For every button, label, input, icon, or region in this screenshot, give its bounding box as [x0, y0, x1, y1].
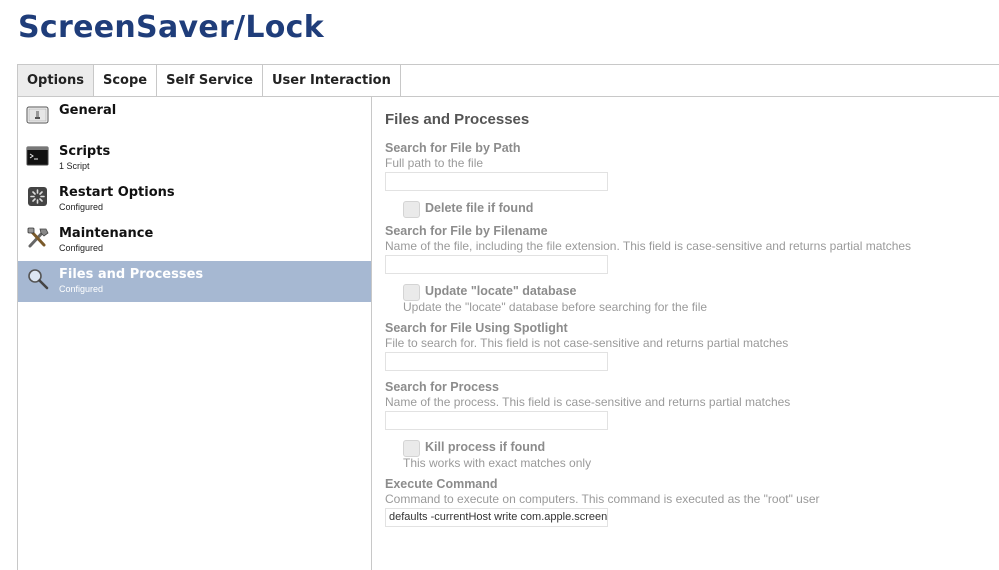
sidebar-item-maintenance[interactable]: Maintenance Configured	[18, 220, 371, 261]
sidebar-item-label: Restart Options	[59, 185, 175, 200]
search-filename-help: Name of the file, including the file ext…	[385, 239, 912, 253]
general-icon	[26, 104, 50, 126]
tab-self-service[interactable]: Self Service	[157, 65, 263, 96]
search-process-help: Name of the process. This field is case-…	[385, 395, 791, 409]
sidebar-item-scripts[interactable]: Scripts 1 Script	[18, 138, 371, 179]
update-locate-label: Update "locate" database	[425, 284, 577, 298]
terminal-icon	[26, 145, 50, 167]
tab-bar: Options Scope Self Service User Interact…	[17, 64, 999, 97]
search-filename-input[interactable]	[385, 255, 608, 274]
sidebar-item-status: Configured	[59, 284, 104, 294]
search-spotlight-input[interactable]	[385, 352, 608, 371]
search-process-input[interactable]	[385, 411, 608, 430]
kill-process-help: This works with exact matches only	[403, 456, 592, 470]
search-path-help: Full path to the file	[385, 156, 484, 170]
sidebar-item-files-and-processes[interactable]: Files and Processes Configured	[18, 261, 371, 302]
kill-process-label: Kill process if found	[425, 440, 546, 454]
search-spotlight-help: File to search for. This field is not ca…	[385, 336, 789, 350]
sidebar-item-status: 1 Script	[59, 161, 90, 171]
sidebar-item-label: General	[59, 103, 117, 118]
sidebar-item-status: Configured	[59, 202, 104, 212]
sidebar-item-label: Maintenance	[59, 226, 154, 241]
kill-process-checkbox[interactable]	[403, 440, 420, 457]
page-title: ScreenSaver/Lock	[18, 10, 325, 45]
delete-file-checkbox[interactable]	[403, 201, 420, 218]
restart-icon	[26, 186, 50, 208]
tab-scope[interactable]: Scope	[94, 65, 158, 96]
tab-options[interactable]: Options	[18, 65, 94, 96]
sidebar: General Scripts 1 Script Restart Options…	[17, 97, 372, 570]
search-path-label: Search for File by Path	[385, 141, 521, 155]
search-spotlight-label: Search for File Using Spotlight	[385, 321, 568, 335]
update-locate-help: Update the "locate" database before sear…	[403, 300, 708, 314]
search-process-label: Search for Process	[385, 380, 499, 394]
execute-command-input[interactable]: defaults -currentHost write com.apple.sc…	[385, 508, 608, 527]
update-locate-checkbox[interactable]	[403, 284, 420, 301]
sidebar-item-restart-options[interactable]: Restart Options Configured	[18, 179, 371, 220]
search-path-input[interactable]	[385, 172, 608, 191]
magnifier-icon	[26, 268, 50, 290]
section-title: Files and Processes	[385, 111, 530, 128]
sidebar-item-label: Scripts	[59, 144, 111, 159]
sidebar-item-label: Files and Processes	[59, 267, 204, 282]
execute-command-label: Execute Command	[385, 477, 498, 491]
sidebar-item-general[interactable]: General	[18, 97, 371, 138]
sidebar-item-status: Configured	[59, 243, 104, 253]
tools-icon	[26, 227, 50, 249]
execute-command-help: Command to execute on computers. This co…	[385, 492, 820, 506]
delete-file-label: Delete file if found	[425, 201, 534, 215]
main-panel: Files and Processes Search for File by P…	[372, 97, 999, 570]
tab-user-interaction[interactable]: User Interaction	[263, 65, 401, 96]
search-filename-label: Search for File by Filename	[385, 224, 548, 238]
